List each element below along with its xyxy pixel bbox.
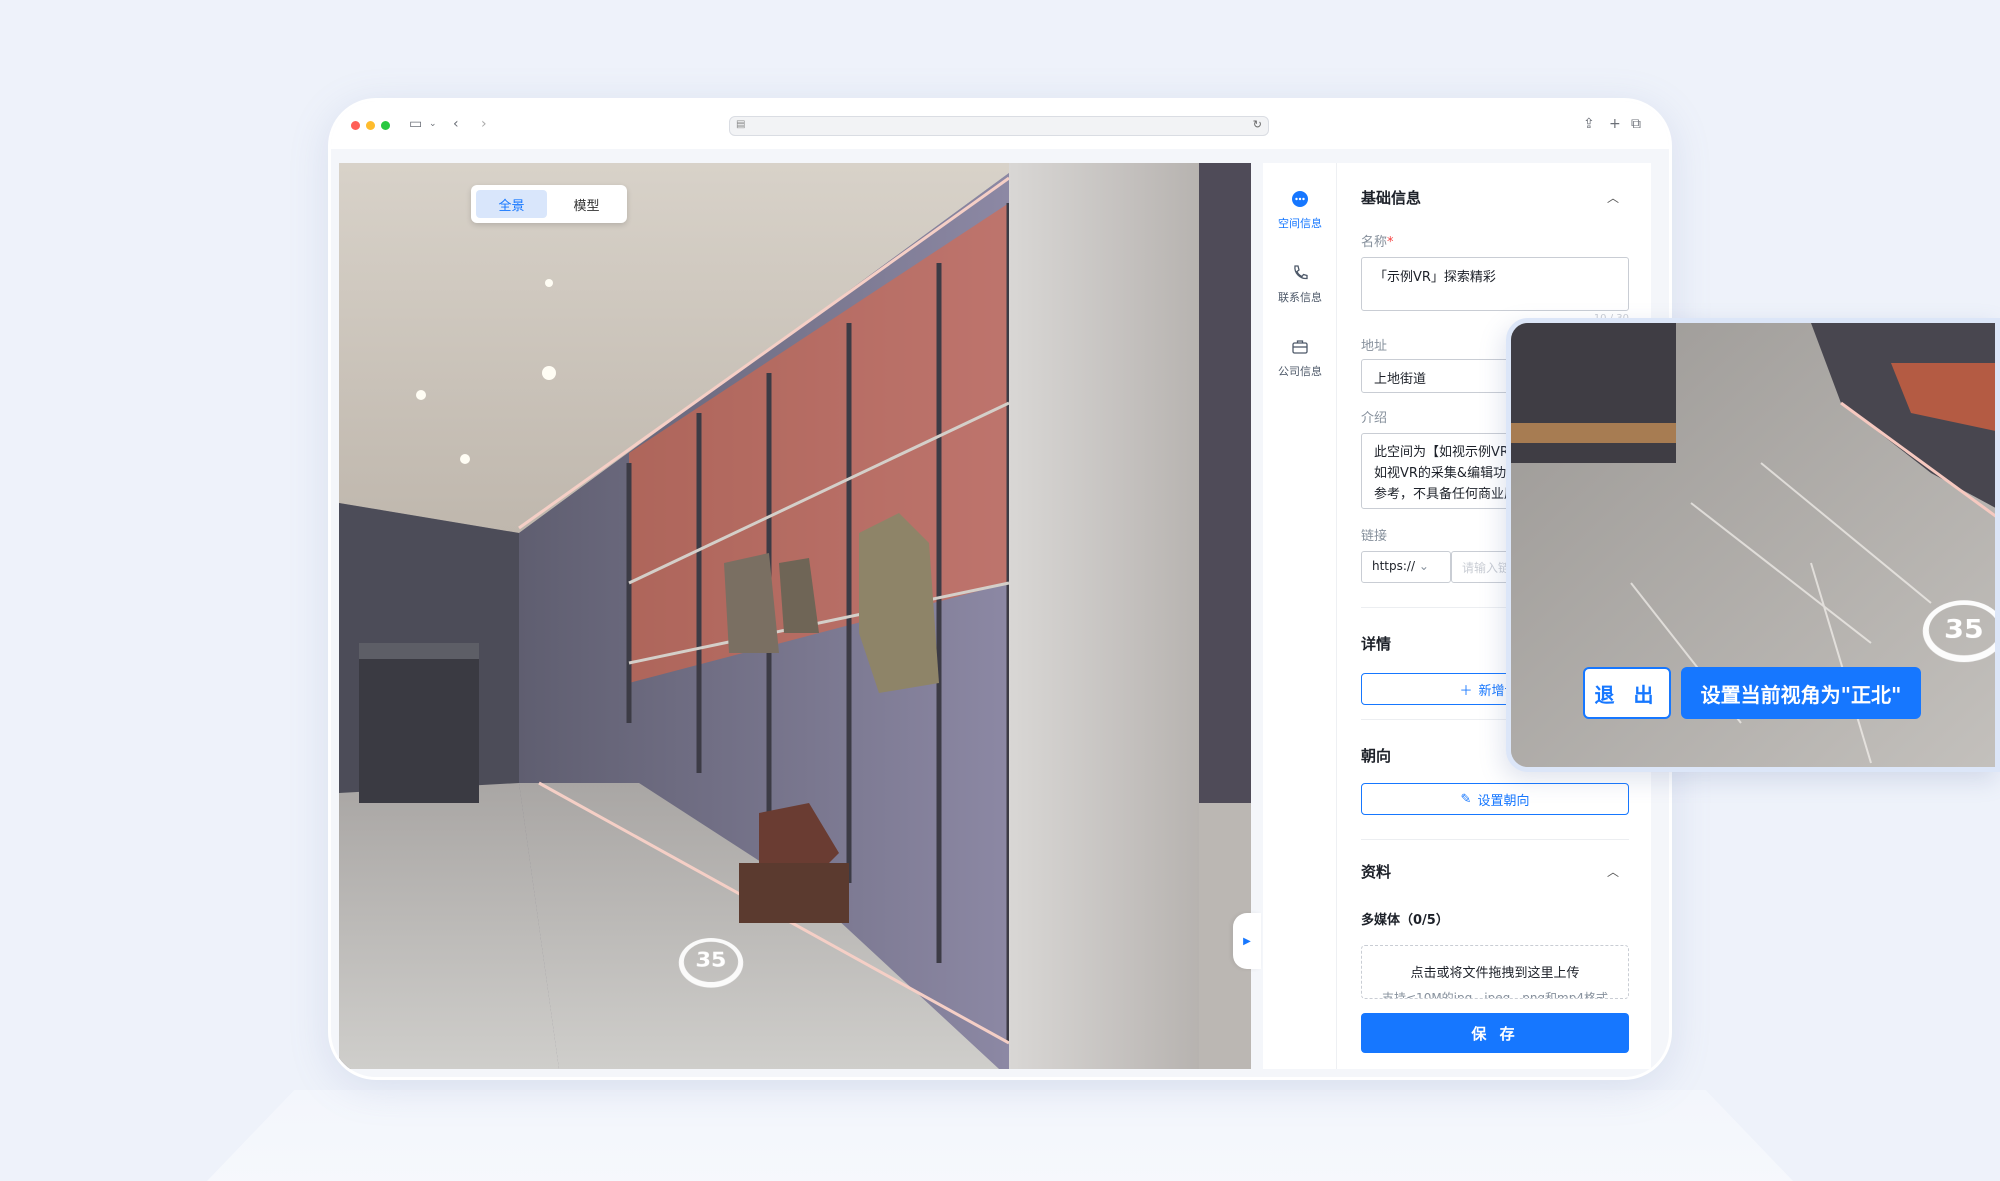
rail-item-label: 空间信息 <box>1278 217 1322 230</box>
close-window-dot[interactable] <box>351 121 360 130</box>
phone-icon <box>1290 263 1310 283</box>
window-controls <box>351 121 390 130</box>
tab-overview-icon[interactable]: ⧉ <box>1631 115 1641 133</box>
view-mode-toggle: 全景 模型 <box>471 185 627 223</box>
set-north-button[interactable]: 设置当前视角为"正北" <box>1681 667 1921 719</box>
exit-button[interactable]: 退 出 <box>1583 667 1671 719</box>
rail-item-company-info[interactable]: 公司信息 <box>1263 337 1337 379</box>
chevron-down-icon: ⌄ <box>1418 559 1429 573</box>
new-tab-icon[interactable]: + <box>1609 115 1621 133</box>
rail-item-label: 公司信息 <box>1278 365 1322 378</box>
stage-base <box>160 1090 1840 1181</box>
name-field[interactable]: 「示例VR」探索精彩 <box>1361 257 1629 311</box>
rail-item-space-info[interactable]: 空间信息 <box>1263 189 1337 231</box>
intro-label: 介绍 <box>1361 411 1388 426</box>
caret-right-icon: ▶ <box>1243 935 1251 947</box>
forward-arrow-icon[interactable]: › <box>481 115 487 133</box>
mode-panorama-button[interactable]: 全景 <box>476 190 547 218</box>
collapse-panel-button[interactable]: ▶ <box>1233 913 1261 969</box>
materials-title: 资料 <box>1361 863 1392 881</box>
plus-icon: ＋ <box>1459 683 1473 699</box>
rail-item-label: 联系信息 <box>1278 291 1322 304</box>
address-label: 地址 <box>1361 339 1388 354</box>
chevron-up-icon[interactable]: ︿ <box>1607 863 1619 880</box>
upload-text: 点击或将文件拖拽到这里上传 <box>1410 966 1580 981</box>
minimize-window-dot[interactable] <box>366 121 375 130</box>
save-button[interactable]: 保 存 <box>1361 1013 1629 1053</box>
link-label: 链接 <box>1361 529 1388 544</box>
panorama-scene-image <box>339 163 1251 1069</box>
side-rail: 空间信息 联系信息 公司信息 <box>1263 163 1337 1069</box>
upload-hint: 支持≤10M的jpg、jpeg、png和mp4格式 <box>1382 991 1608 999</box>
name-label: 名称* <box>1361 235 1394 250</box>
link-protocol-select[interactable]: https:// ⌄ <box>1361 551 1451 583</box>
share-icon[interactable]: ⇪ <box>1583 115 1595 133</box>
basic-info-title: 基础信息 <box>1361 189 1422 207</box>
browser-window: ▭ ⌄ ‹ › ▤ ↻ ⇪ + ⧉ 全景 模型 35 ▶ 空间信息 联系信息 公… <box>328 98 1672 1080</box>
browser-toolbar: ▭ ⌄ ‹ › ▤ ↻ ⇪ + ⧉ <box>331 101 1669 149</box>
chat-bubble-icon <box>1290 189 1310 209</box>
rail-item-contact-info[interactable]: 联系信息 <box>1263 263 1337 305</box>
panorama-viewer[interactable]: 全景 模型 35 <box>339 163 1251 1069</box>
sidebar-toggle-icon[interactable]: ▭ <box>409 115 422 133</box>
orientation-preview-card: 35 退 出 设置当前视角为"正北" <box>1506 318 2000 772</box>
chevron-down-icon[interactable]: ⌄ <box>429 115 437 133</box>
site-info-icon: ▤ <box>736 119 746 130</box>
reload-icon[interactable]: ↻ <box>1253 118 1262 131</box>
details-title: 详情 <box>1361 635 1392 653</box>
multimedia-label: 多媒体（0/5） <box>1361 913 1449 928</box>
address-bar[interactable]: ▤ ↻ <box>729 116 1269 136</box>
orientation-title: 朝向 <box>1361 747 1392 765</box>
file-upload-area[interactable]: 点击或将文件拖拽到这里上传 支持≤10M的jpg、jpeg、png和mp4格式 <box>1361 945 1629 999</box>
section-divider <box>1361 839 1629 840</box>
mode-model-button[interactable]: 模型 <box>551 190 622 218</box>
back-arrow-icon[interactable]: ‹ <box>453 115 459 133</box>
maximize-window-dot[interactable] <box>381 121 390 130</box>
chevron-up-icon[interactable]: ︿ <box>1607 189 1619 206</box>
briefcase-icon <box>1290 337 1310 357</box>
edit-pencil-icon: ✎ <box>1460 791 1472 807</box>
set-orientation-button[interactable]: ✎ 设置朝向 <box>1361 783 1629 815</box>
